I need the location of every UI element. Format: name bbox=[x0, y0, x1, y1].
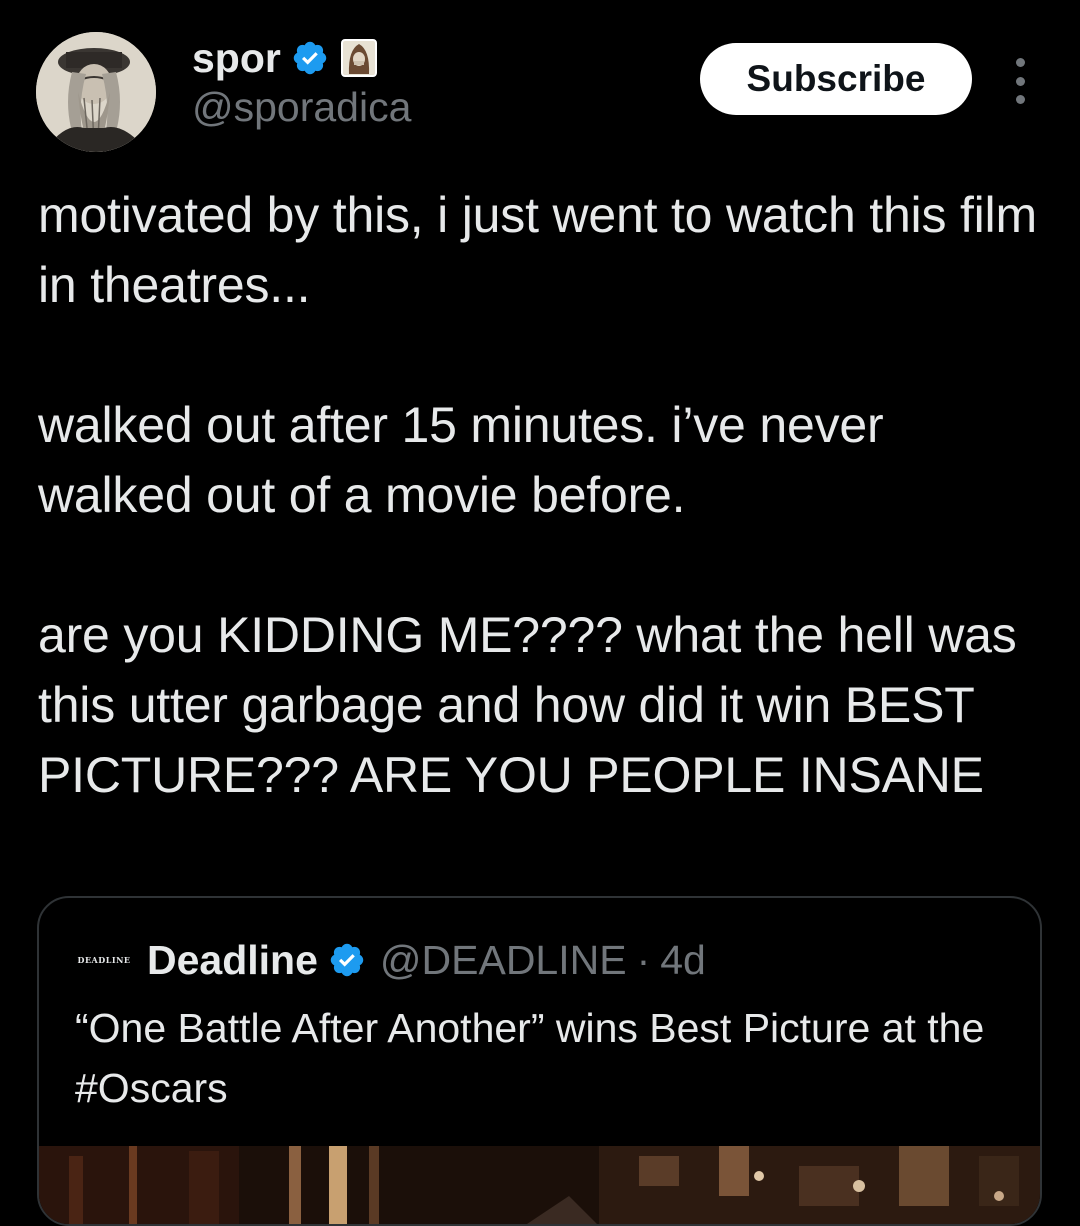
movie-still-image bbox=[39, 1146, 1040, 1224]
tweet-text: motivated by this, i just went to watch … bbox=[38, 180, 1048, 810]
verified-badge-icon[interactable] bbox=[291, 39, 329, 77]
more-dot bbox=[1015, 58, 1025, 67]
more-dot bbox=[1015, 76, 1025, 86]
quoted-tweet-timestamp[interactable]: 4d bbox=[660, 937, 706, 984]
quoted-tweet-card[interactable]: DEADLINE Deadline @DEADLINE · 4d “One Ba… bbox=[37, 896, 1042, 1226]
more-vertical-icon[interactable] bbox=[1002, 58, 1038, 104]
quoted-tweet-media[interactable] bbox=[39, 1146, 1040, 1224]
quoted-author-handle[interactable]: @DEADLINE bbox=[380, 937, 627, 984]
author-block: spor @sporadica bbox=[192, 34, 411, 132]
hooded-figure-badge-icon[interactable] bbox=[340, 39, 377, 77]
verified-badge-icon bbox=[330, 943, 364, 977]
author-display-name[interactable]: spor bbox=[192, 34, 281, 82]
quoted-tweet-text: “One Battle After Another” wins Best Pic… bbox=[75, 1005, 985, 1111]
deadline-logo-text: DEADLINE bbox=[77, 955, 131, 965]
tweet-paragraph: walked out after 15 minutes. i’ve never … bbox=[38, 397, 884, 523]
author-handle[interactable]: @sporadica bbox=[192, 82, 411, 132]
separator-dot: · bbox=[636, 936, 651, 983]
tweet-paragraph: motivated by this, i just went to watch … bbox=[38, 187, 1037, 313]
quoted-author-name[interactable]: Deadline bbox=[147, 937, 318, 984]
bearded-man-portrait-avatar bbox=[36, 32, 156, 152]
deadline-logo-avatar[interactable]: DEADLINE bbox=[75, 950, 133, 970]
tweet-paragraph: are you KIDDING ME???? what the hell was… bbox=[38, 607, 1017, 803]
quoted-tweet-header: DEADLINE Deadline @DEADLINE · 4d bbox=[75, 932, 706, 988]
subscribe-button[interactable]: Subscribe bbox=[700, 43, 972, 115]
more-dot bbox=[1015, 95, 1025, 104]
author-name-row: spor bbox=[192, 34, 411, 82]
avatar[interactable] bbox=[36, 32, 156, 152]
